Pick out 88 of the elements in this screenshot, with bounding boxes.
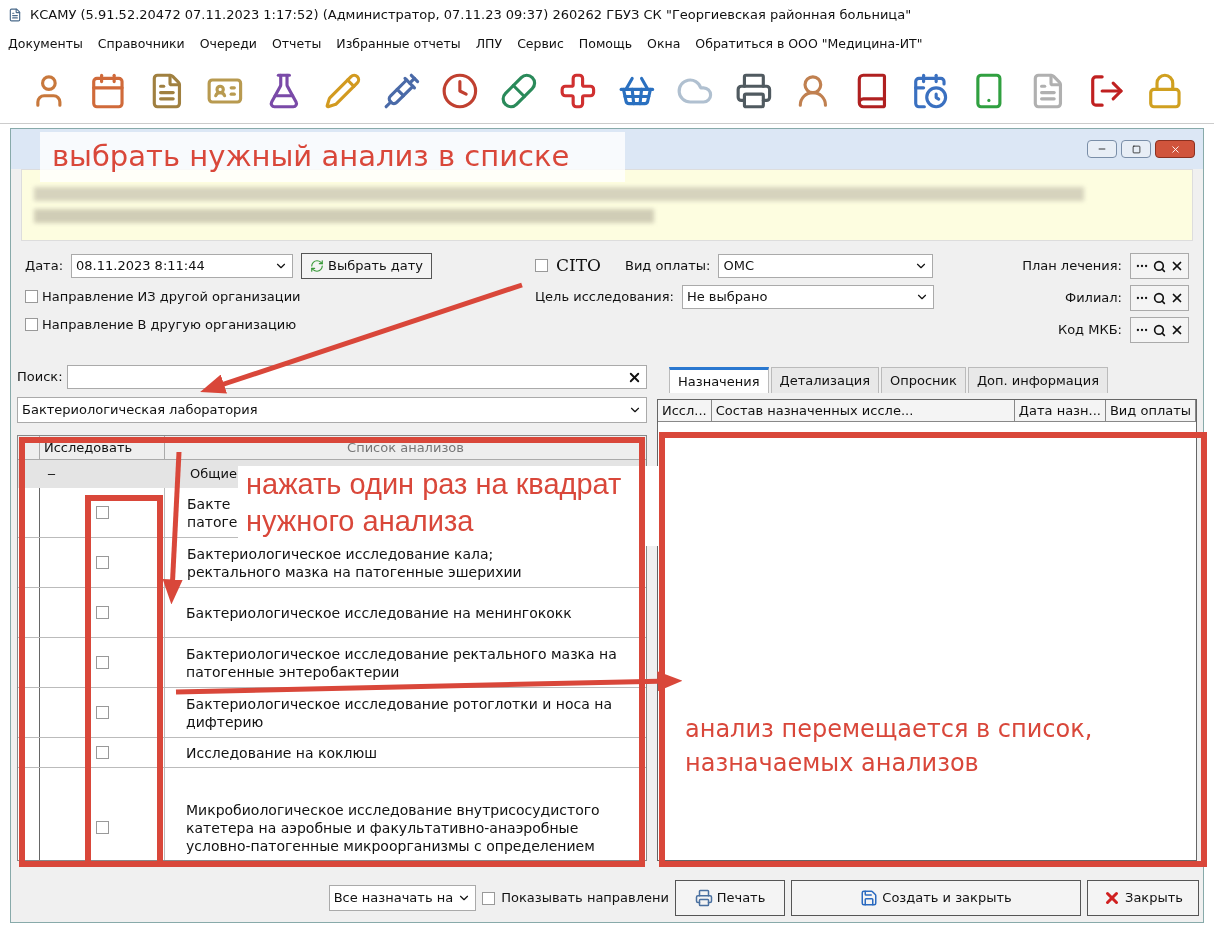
assign-all-select[interactable]: Все назначать на (328, 885, 477, 911)
checkbox-label: Показывать направлени (501, 889, 669, 908)
column-header[interactable]: Вид оплаты (1105, 400, 1196, 421)
checkbox[interactable] (95, 656, 109, 669)
checkbox-label: Направление В другую организацию (42, 315, 297, 334)
analysis-name: ректального мазка на патогенные эшерихии (187, 562, 522, 581)
minimize-button[interactable] (1087, 140, 1117, 158)
payment-label: Вид оплаты: (625, 257, 711, 275)
menu-item[interactable]: Справочники (97, 34, 185, 54)
tab[interactable]: Детализация (770, 367, 880, 393)
checkbox[interactable] (95, 821, 109, 834)
save-icon (860, 889, 879, 907)
pills-icon[interactable] (500, 71, 538, 110)
analysis-name: патоге (187, 512, 238, 531)
checkbox[interactable] (95, 556, 109, 569)
analysis-name: Бакте (187, 494, 231, 513)
checkbox[interactable] (95, 506, 109, 519)
save-button[interactable]: Создать и закрыть (791, 880, 1081, 916)
pick-date-button[interactable]: Выбрать дату (301, 253, 433, 279)
checkbox[interactable] (95, 706, 109, 719)
checkbox[interactable] (95, 746, 109, 759)
analysis-name: Микробиологическое исследование внутрисосудистого катетера на аэробные и факультативно-анаэробные условно-патогенные микроорганизмы с определением (186, 800, 601, 855)
menu-item[interactable]: Отчеты (272, 34, 322, 54)
analysis-name: Бактериологическое исследование ректального мазка на патогенные энтеробактерии (186, 644, 618, 681)
checkbox[interactable] (482, 891, 496, 905)
checkbox-label: Направление ИЗ другой организации (42, 288, 301, 306)
menu-item[interactable]: Окна (647, 34, 681, 54)
calendar-clock-icon[interactable] (911, 71, 949, 110)
analysis-name: Исследование на коклюш (186, 743, 379, 762)
purpose-label: Цель исследования: (535, 287, 674, 306)
menu-item[interactable]: Избранные отчеты (336, 34, 461, 54)
search-label: Поиск: (17, 368, 63, 387)
clear-icon[interactable] (1170, 323, 1184, 337)
callout-text: анализ перемещается в список, назначаемых анализов (685, 714, 1094, 779)
column-header[interactable]: Дата назн... (1014, 400, 1106, 421)
search-field[interactable] (66, 365, 647, 389)
close-button[interactable] (1155, 140, 1195, 158)
checkbox[interactable] (25, 290, 38, 304)
menu-item[interactable]: Помощь (578, 34, 633, 54)
clear-icon[interactable] (1170, 259, 1184, 273)
lab-select[interactable]: Бактериологическая лаборатория (17, 397, 647, 423)
menu-item[interactable]: Сервис (517, 34, 564, 54)
print-button[interactable]: Печать (675, 880, 785, 916)
lookup-field[interactable] (1130, 285, 1189, 311)
column-header[interactable]: Иссл... (658, 400, 712, 421)
refresh-icon (310, 259, 325, 273)
lookup-field[interactable] (1130, 317, 1189, 343)
analysis-name: Бактериологическое исследование на менингококк (186, 603, 573, 622)
close-icon (1169, 143, 1181, 155)
tab[interactable]: Назначения (669, 367, 769, 393)
analysis-name: Бактериологическое исследование кала; (187, 544, 494, 563)
group-row[interactable]: Общие (190, 464, 237, 484)
lookup-label: План лечения: (1022, 257, 1122, 276)
date-label: Дата: (25, 257, 64, 276)
payment-select[interactable]: ОМС (718, 253, 934, 278)
date-field[interactable]: 08.11.2023 8:11:44 (71, 254, 294, 278)
search-icon[interactable] (1153, 291, 1166, 305)
clear-icon[interactable] (1170, 291, 1184, 305)
maximize-icon (1131, 144, 1141, 154)
purpose-select[interactable]: Не выбрано (681, 284, 934, 309)
menu-item[interactable]: Обратиться в ООО "Медицина-ИТ" (695, 34, 923, 54)
close-button[interactable]: Закрыть (1087, 880, 1199, 916)
syringe-icon[interactable] (382, 71, 421, 110)
analysis-name: Бактериологическое исследование ротоглотки и носа на дифтерию (186, 694, 613, 731)
first-aid-icon[interactable] (558, 71, 597, 110)
clock-icon[interactable] (441, 71, 479, 110)
checkbox-label: CITO (556, 254, 601, 277)
menu-item[interactable]: Документы (8, 34, 83, 54)
maximize-button[interactable] (1121, 140, 1151, 158)
lookup-label: Филиал: (1064, 289, 1122, 308)
column-header[interactable]: Состав назначенных иссле... (711, 400, 1015, 421)
lookup-label: Код МКБ: (1057, 321, 1122, 340)
tab[interactable]: Опросник (881, 367, 966, 393)
app-icon (8, 8, 22, 22)
checkbox[interactable] (95, 606, 109, 619)
checkbox[interactable] (535, 259, 548, 273)
menu-item[interactable]: Очереди (199, 34, 257, 54)
lookup-field[interactable] (1130, 253, 1189, 279)
tab[interactable]: Доп. информация (967, 367, 1108, 393)
checkbox[interactable] (25, 317, 38, 331)
column-header[interactable]: Список анализов (165, 436, 646, 459)
printer-icon (694, 889, 713, 907)
search-icon[interactable] (1153, 323, 1166, 337)
search-icon[interactable] (1153, 259, 1166, 273)
column-header[interactable]: Исследовать (40, 436, 165, 459)
callout-text: выбрать нужный анализ в списке (40, 132, 625, 182)
menu-item[interactable]: ЛПУ (475, 34, 503, 54)
window-title: КСАМУ (5.91.52.20472 07.11.2023 1:17:52) (Администратор, 07.11.23 09:37) 260262 ГБУЗ СК "Георгиевская районная больница" (30, 6, 912, 25)
